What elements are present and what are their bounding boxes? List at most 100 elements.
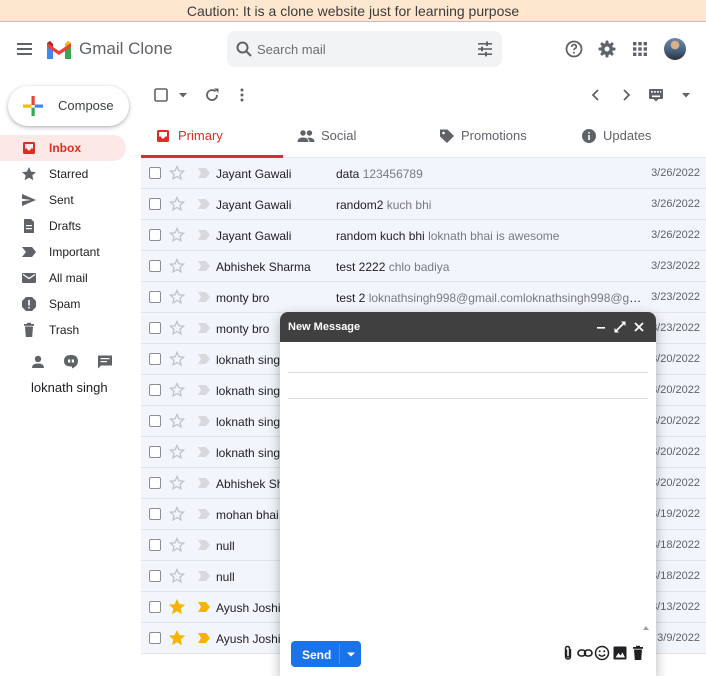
row-checkbox[interactable] (149, 198, 161, 210)
email-row[interactable]: Jayant Gawali random2 kuch bhi 3/26/2022 (141, 189, 706, 220)
help-icon[interactable] (564, 39, 584, 59)
row-checkbox[interactable] (149, 291, 161, 303)
importance-marker-icon[interactable] (198, 354, 210, 364)
message-body[interactable] (288, 402, 648, 624)
row-checkbox[interactable] (149, 446, 161, 458)
sidebar-item-spam[interactable]: Spam (0, 291, 126, 317)
person-icon[interactable] (30, 354, 46, 370)
star-outline-icon[interactable] (169, 196, 185, 212)
keyboard-icon[interactable] (648, 87, 664, 103)
row-checkbox[interactable] (149, 260, 161, 272)
search-input[interactable] (257, 39, 457, 59)
importance-marker-icon[interactable] (198, 540, 210, 550)
importance-marker-icon[interactable] (198, 385, 210, 395)
importance-marker-icon[interactable] (198, 261, 210, 271)
hangouts-icon[interactable] (63, 354, 79, 370)
link-icon[interactable] (577, 645, 593, 661)
star-outline-icon[interactable] (169, 568, 185, 584)
star-outline-icon[interactable] (169, 382, 185, 398)
row-checkbox[interactable] (149, 539, 161, 551)
send-icon (21, 192, 37, 208)
row-checkbox[interactable] (149, 477, 161, 489)
row-checkbox[interactable] (149, 415, 161, 427)
star-outline-icon[interactable] (169, 444, 185, 460)
more-vert-icon[interactable] (234, 87, 250, 103)
search-options-icon[interactable] (476, 40, 494, 58)
importance-marker-icon[interactable] (198, 230, 210, 240)
row-checkbox[interactable] (149, 384, 161, 396)
chevron-down-icon[interactable] (344, 647, 358, 661)
sidebar-item-drafts[interactable]: Drafts (0, 213, 126, 239)
row-checkbox[interactable] (149, 229, 161, 241)
row-checkbox[interactable] (149, 601, 161, 613)
tab-updates[interactable]: Updates (567, 120, 706, 158)
star-outline-icon[interactable] (169, 320, 185, 336)
scroll-up-icon[interactable] (642, 624, 650, 632)
email-row[interactable]: monty bro test 2 loknathsingh998@gmail.co… (141, 282, 706, 313)
email-row[interactable]: Jayant Gawali data 123456789 3/26/2022 (141, 158, 706, 189)
importance-marker-icon[interactable] (198, 292, 210, 302)
sidebar-item-sent[interactable]: Sent (0, 187, 126, 213)
star-outline-icon[interactable] (169, 165, 185, 181)
gear-icon[interactable] (597, 39, 617, 59)
trash-icon[interactable] (630, 645, 646, 661)
email-row[interactable]: Abhishek Sharma test 2222 chlo badiya 3/23… (141, 251, 706, 282)
chevron-down-icon[interactable] (678, 87, 694, 103)
row-checkbox[interactable] (149, 353, 161, 365)
sidebar-item-starred[interactable]: Starred (0, 161, 126, 187)
select-all-checkbox[interactable] (153, 87, 169, 103)
chevron-right-icon[interactable] (618, 87, 634, 103)
importance-marker-icon[interactable] (198, 323, 210, 333)
send-button[interactable]: Send (291, 641, 361, 667)
emoji-icon[interactable] (594, 645, 610, 661)
star-outline-icon[interactable] (169, 227, 185, 243)
star-outline-icon[interactable] (169, 258, 185, 274)
star-filled-icon[interactable] (169, 630, 185, 646)
refresh-icon[interactable] (204, 87, 220, 103)
importance-marker-icon[interactable] (198, 199, 210, 209)
row-checkbox[interactable] (149, 167, 161, 179)
compose-button[interactable]: Compose (8, 86, 129, 126)
importance-marker-icon[interactable] (198, 478, 210, 488)
row-checkbox[interactable] (149, 322, 161, 334)
importance-marker-icon[interactable] (198, 168, 210, 178)
sidebar-item-inbox[interactable]: Inbox (0, 135, 126, 161)
star-outline-icon[interactable] (169, 506, 185, 522)
importance-marker-icon[interactable] (198, 602, 210, 612)
chat-icon[interactable] (97, 354, 113, 370)
subject-field[interactable] (288, 373, 648, 399)
row-checkbox[interactable] (149, 570, 161, 582)
sidebar-item-trash[interactable]: Trash (0, 317, 126, 343)
row-checkbox[interactable] (149, 632, 161, 644)
importance-marker-icon[interactable] (198, 509, 210, 519)
star-outline-icon[interactable] (169, 413, 185, 429)
sidebar-item-important[interactable]: Important (0, 239, 126, 265)
star-outline-icon[interactable] (169, 475, 185, 491)
chevron-left-icon[interactable] (588, 87, 604, 103)
importance-marker-icon[interactable] (198, 571, 210, 581)
star-outline-icon[interactable] (169, 537, 185, 553)
row-checkbox[interactable] (149, 508, 161, 520)
sidebar-item-all-mail[interactable]: All mail (0, 265, 126, 291)
tab-social[interactable]: Social (283, 120, 425, 158)
avatar[interactable] (664, 38, 686, 60)
minimize-icon[interactable] (594, 320, 608, 334)
tab-promotions[interactable]: Promotions (425, 120, 567, 158)
importance-marker-icon[interactable] (198, 416, 210, 426)
apps-grid-icon[interactable] (631, 40, 649, 58)
tab-primary[interactable]: Primary (141, 120, 283, 158)
close-icon[interactable] (632, 320, 646, 334)
chevron-down-icon[interactable] (175, 87, 191, 103)
importance-marker-icon[interactable] (198, 447, 210, 457)
expand-icon[interactable] (613, 320, 627, 334)
image-icon[interactable] (612, 645, 628, 661)
star-filled-icon[interactable] (169, 599, 185, 615)
star-outline-icon[interactable] (169, 289, 185, 305)
importance-marker-icon[interactable] (198, 633, 210, 643)
attach-icon[interactable] (560, 645, 576, 661)
email-row[interactable]: Jayant Gawali random kuch bhi loknath bha… (141, 220, 706, 251)
recipient-field[interactable] (288, 347, 648, 373)
search-icon[interactable] (235, 40, 253, 58)
star-outline-icon[interactable] (169, 351, 185, 367)
menu-icon[interactable] (14, 39, 36, 59)
